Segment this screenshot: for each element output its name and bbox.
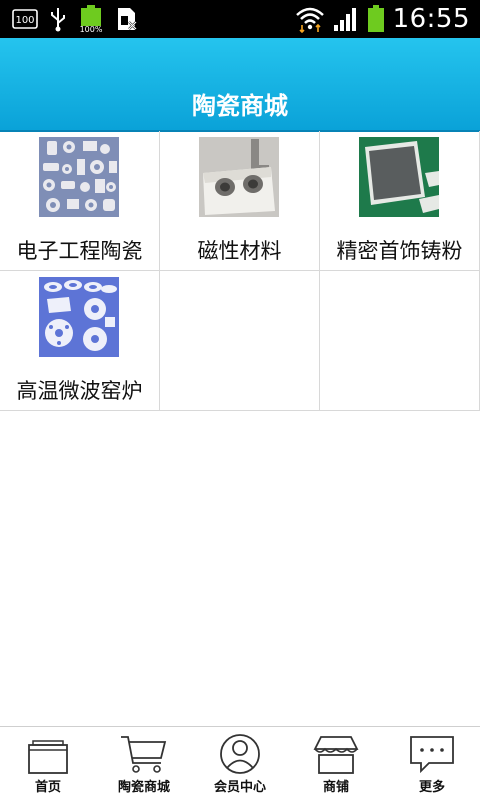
- screenshot-100-icon: 100: [12, 9, 38, 29]
- battery-full-icon: 100%: [78, 5, 104, 33]
- nav-label: 会员中心: [213, 780, 266, 795]
- category-item-jewelry-casting-powder[interactable]: 精密首饰铸粉: [320, 131, 480, 271]
- empty-grid-cell: [320, 271, 480, 411]
- shop-icon: [311, 733, 361, 775]
- category-item-high-temp-microwave-kiln[interactable]: 高温微波窑炉: [0, 271, 160, 411]
- nav-more[interactable]: 更多: [384, 727, 480, 801]
- app-header: 陶瓷商城: [0, 38, 480, 132]
- nav-member-center[interactable]: 会员中心: [192, 727, 288, 801]
- battery-icon: [367, 5, 385, 33]
- svg-text:100: 100: [15, 15, 34, 26]
- cart-icon: [119, 733, 169, 775]
- category-item-magnetic-materials[interactable]: 磁性材料: [160, 131, 320, 271]
- usb-icon: [50, 6, 66, 32]
- sim-card-blocked-icon: [116, 7, 138, 31]
- nav-home[interactable]: 首页: [0, 727, 96, 801]
- nav-label: 更多: [418, 780, 445, 795]
- white-rings-image: [39, 277, 119, 357]
- home-icon: [23, 733, 73, 775]
- nav-shop[interactable]: 商铺: [288, 727, 384, 801]
- ceramic-parts-image: [39, 137, 119, 217]
- category-item-electronic-ceramics[interactable]: 电子工程陶瓷: [0, 131, 160, 271]
- magnetic-block-image: [199, 137, 279, 217]
- more-icon: [407, 733, 457, 775]
- user-icon: [215, 733, 265, 775]
- wifi-icon: [295, 5, 325, 33]
- status-bar: 100 100% 16:55: [0, 0, 480, 38]
- nav-ceramics-mall[interactable]: 陶瓷商城: [96, 727, 192, 801]
- nav-label: 首页: [34, 780, 61, 795]
- svg-text:100%: 100%: [80, 25, 103, 33]
- nav-label: 陶瓷商城: [117, 780, 170, 795]
- bottom-nav: 首页 陶瓷商城 会员中心 商铺 更多: [0, 726, 480, 801]
- category-label: 高温微波窑炉: [16, 379, 143, 403]
- status-clock: 16:55: [392, 4, 470, 34]
- category-label: 电子工程陶瓷: [16, 239, 143, 263]
- category-label: 磁性材料: [197, 239, 282, 263]
- empty-grid-cell: [160, 271, 320, 411]
- green-plates-image: [359, 137, 439, 217]
- page-title: 陶瓷商城: [192, 92, 288, 120]
- signal-icon: [333, 6, 359, 32]
- category-label: 精密首饰铸粉: [336, 239, 463, 263]
- nav-label: 商铺: [322, 780, 349, 795]
